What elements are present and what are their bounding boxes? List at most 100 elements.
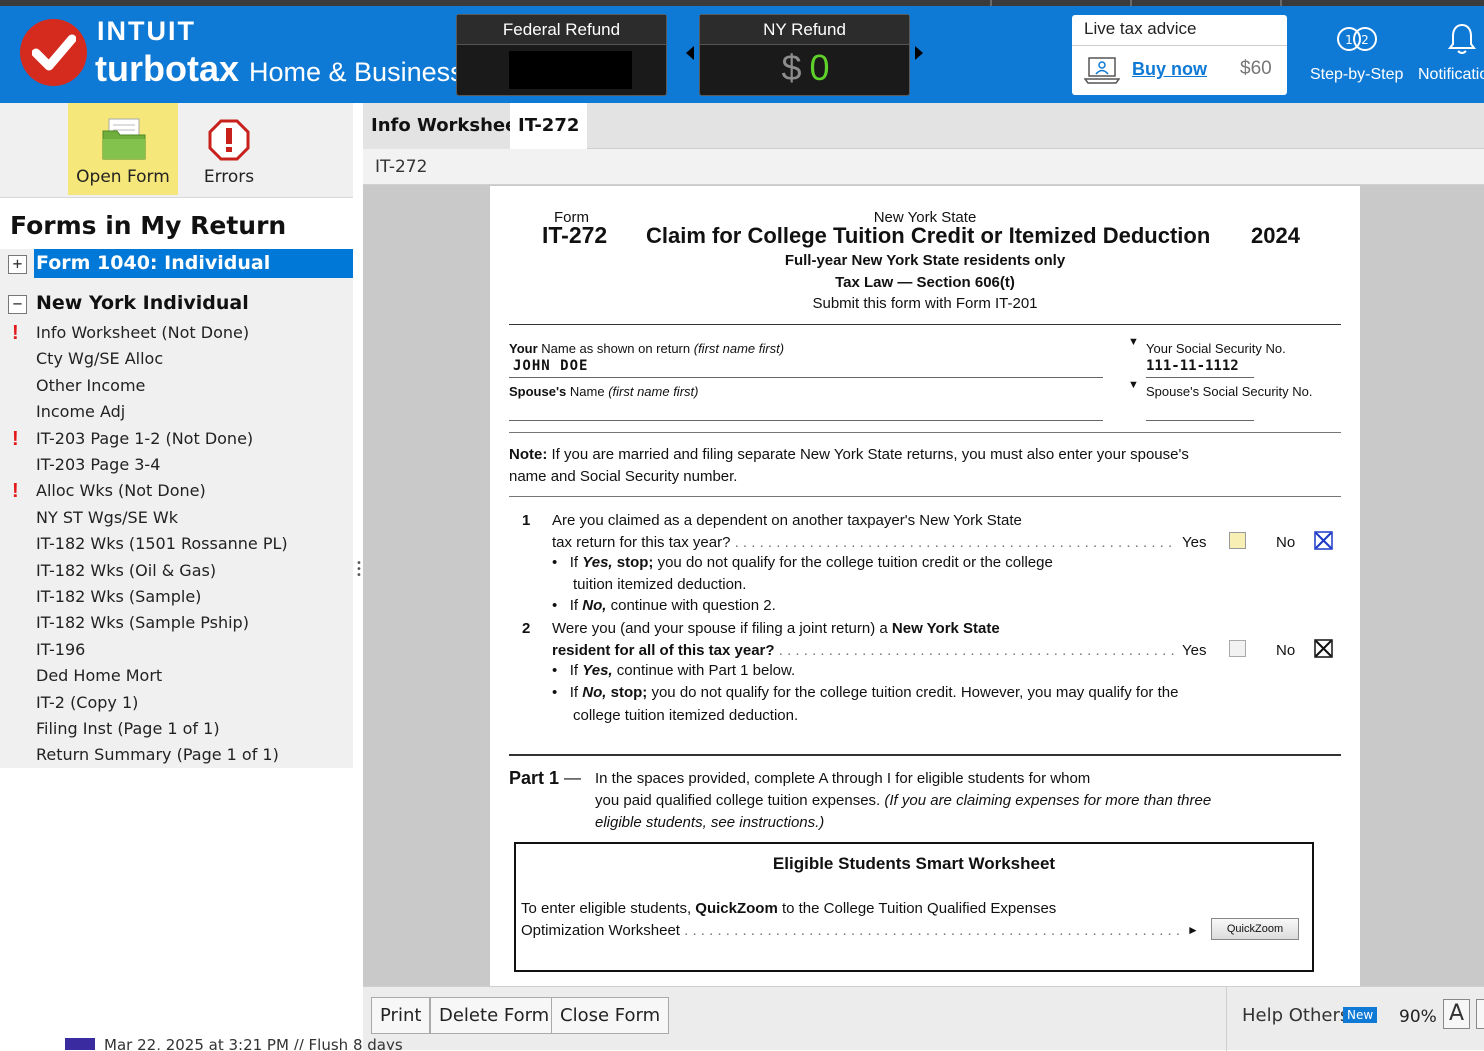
step-by-step-button[interactable]: Step-by-Step [1310, 66, 1403, 84]
tree-item[interactable]: NY ST Wgs/SE Wk [0, 506, 353, 532]
refund-prev-arrow-icon[interactable] [686, 46, 694, 60]
tree-item[interactable]: Filing Inst (Page 1 of 1) [0, 717, 353, 743]
tree-item[interactable]: IT-2 (Copy 1) [0, 691, 353, 717]
tree-item-label[interactable]: Alloc Wks (Not Done) [36, 481, 206, 500]
expand-plus-icon[interactable]: + [8, 255, 27, 274]
tree-item-label[interactable]: Cty Wg/SE Alloc [36, 349, 163, 368]
q1-no-checkbox-checked[interactable] [1314, 531, 1333, 550]
your-name-input[interactable]: JOHN DOE [513, 358, 588, 374]
tree-item[interactable]: IT-182 Wks (Sample) [0, 585, 353, 611]
q2-yes-checkbox[interactable] [1229, 640, 1246, 657]
current-form-name: IT-272 [375, 157, 428, 177]
step-by-step-icon[interactable]: 1 2 [1336, 24, 1380, 56]
label-text: Name as shown on return [537, 341, 694, 356]
tree-item[interactable]: ! Alloc Wks (Not Done) [0, 479, 353, 505]
print-button[interactable]: Print [371, 997, 431, 1034]
buy-now-link[interactable]: Buy now [1132, 59, 1207, 80]
tree-item-label[interactable]: NY ST Wgs/SE Wk [36, 508, 178, 527]
tree-item[interactable]: Income Adj [0, 400, 353, 426]
tree-item[interactable]: IT-182 Wks (Oil & Gas) [0, 559, 353, 585]
tree-item-label[interactable]: Filing Inst (Page 1 of 1) [36, 719, 220, 738]
tree-item[interactable]: Cty Wg/SE Alloc [0, 347, 353, 373]
tree-item[interactable]: IT-196 [0, 638, 353, 664]
tree-item-label[interactable]: IT-203 Page 3-4 [36, 455, 160, 474]
form-subtitle: Submit this form with Form IT-201 [812, 295, 1038, 312]
bullet-rest: continue with Part 1 below. [612, 662, 796, 679]
tree-item[interactable]: IT-203 Page 3-4 [0, 453, 353, 479]
q2-no-checkbox-checked[interactable] [1314, 639, 1333, 658]
bullet-text: • If Yes, stop; you do not qualify for t… [552, 554, 1053, 571]
tree-group-form-1040[interactable]: + Form 1040: Individual [0, 249, 353, 279]
form-view: Info Worksheet IT-272 IT-272 Form IT-272… [363, 103, 1484, 1051]
ssn-input[interactable]: 111-11-1112 [1146, 358, 1239, 374]
errors-button[interactable]: Errors [196, 103, 262, 195]
q1-yes-checkbox[interactable] [1229, 532, 1246, 549]
tree-item-label[interactable]: IT-203 Page 1-2 (Not Done) [36, 429, 253, 448]
triangle-down-icon: ▼ [1128, 379, 1139, 391]
tree-item-label[interactable]: IT-182 Wks (Sample) [36, 587, 201, 606]
bullet-prefix: If [569, 662, 583, 679]
question-2-bold: New York State [891, 620, 1000, 637]
no-label: No [1276, 642, 1296, 659]
spouse-name-input[interactable] [509, 400, 1103, 420]
ny-refund-meter[interactable]: NY Refund $0 [699, 14, 910, 96]
tree-item-label[interactable]: IT-196 [36, 640, 85, 659]
bullet-rest: you do not qualify for the college tuiti… [647, 684, 1179, 701]
part-1-italic: (If you are claiming expenses for more t… [884, 792, 1212, 809]
leader-dots: . . . . . . . . . . . . . . . . . . . . … [684, 922, 1181, 939]
refund-next-arrow-icon[interactable] [915, 46, 923, 60]
tree-item-label[interactable]: IT-182 Wks (1501 Rossanne PL) [36, 534, 288, 553]
tree-item-label[interactable]: Return Summary (Page 1 of 1) [36, 745, 279, 764]
taskbar-app-icon[interactable] [65, 1038, 95, 1050]
tree-item[interactable]: ! IT-203 Page 1-2 (Not Done) [0, 427, 353, 453]
help-others-link[interactable]: Help Others [1242, 1005, 1349, 1026]
font-size-button-alt[interactable] [1476, 999, 1484, 1029]
tree-item[interactable]: Return Summary (Page 1 of 1) [0, 743, 353, 769]
notifications-button[interactable]: Notifications [1418, 66, 1484, 84]
federal-refund-meter[interactable]: Federal Refund [456, 14, 667, 96]
bullet-emphasis: No, [582, 597, 607, 614]
quickzoom-button[interactable]: QuickZoom [1211, 918, 1299, 940]
question-1-text: Are you claimed as a dependent on anothe… [552, 512, 1022, 529]
delete-form-button[interactable]: Delete Form [430, 997, 559, 1034]
zoom-level[interactable]: 90% [1399, 1007, 1437, 1027]
spouse-ssn-input[interactable] [1146, 400, 1254, 420]
close-form-button[interactable]: Close Form [551, 997, 670, 1034]
your-name-underline [509, 377, 1103, 378]
tree-item-label[interactable]: Income Adj [36, 402, 125, 421]
tree-item[interactable]: IT-182 Wks (1501 Rossanne PL) [0, 532, 353, 558]
label-text: Name [566, 384, 609, 399]
collapse-minus-icon[interactable]: − [8, 295, 27, 314]
label-bold: Spouse's [509, 384, 567, 399]
tree-item-label[interactable]: IT-182 Wks (Sample Pship) [36, 613, 249, 632]
bell-icon[interactable] [1448, 22, 1476, 56]
question-2-bold: resident for all of this tax year? [552, 642, 775, 659]
spouse-ssn-label: Spouse's Social Security No. [1146, 384, 1313, 399]
bullet-rest: continue with question 2. [606, 597, 776, 614]
tree-item[interactable]: Other Income [0, 374, 353, 400]
not-done-alert-icon: ! [12, 427, 19, 450]
tree-item[interactable]: IT-182 Wks (Sample Pship) [0, 611, 353, 637]
forms-panel-title: Forms in My Return [10, 211, 287, 240]
tree-group-label[interactable]: Form 1040: Individual [34, 249, 353, 278]
divider [509, 754, 1341, 756]
tree-group-label[interactable]: New York Individual [36, 292, 249, 314]
product-name: turbotax [95, 48, 239, 89]
tree-item[interactable]: Ded Home Mort [0, 664, 353, 690]
tree-item-label[interactable]: IT-2 (Copy 1) [36, 693, 138, 712]
bullet-prefix: If [569, 684, 583, 701]
font-size-button[interactable]: A [1443, 999, 1470, 1029]
splitter-grip-icon[interactable]: • • • [356, 559, 362, 581]
label-hint: (first name first) [693, 341, 785, 356]
panel-splitter[interactable]: • • • [353, 103, 363, 1050]
form-tabs: Info Worksheet IT-272 [363, 103, 1484, 150]
tree-item-label[interactable]: Info Worksheet (Not Done) [36, 323, 249, 342]
live-advice-price: $60 [1240, 58, 1272, 79]
tree-group-new-york[interactable]: − New York Individual [0, 289, 353, 319]
tree-item[interactable]: ! Info Worksheet (Not Done) [0, 321, 353, 347]
tree-item-label[interactable]: Ded Home Mort [36, 666, 162, 685]
tree-item-label[interactable]: IT-182 Wks (Oil & Gas) [36, 561, 216, 580]
tab-it-272[interactable]: IT-272 [510, 103, 588, 150]
open-form-button[interactable]: Open Form [68, 103, 178, 195]
tree-item-label[interactable]: Other Income [36, 376, 145, 395]
